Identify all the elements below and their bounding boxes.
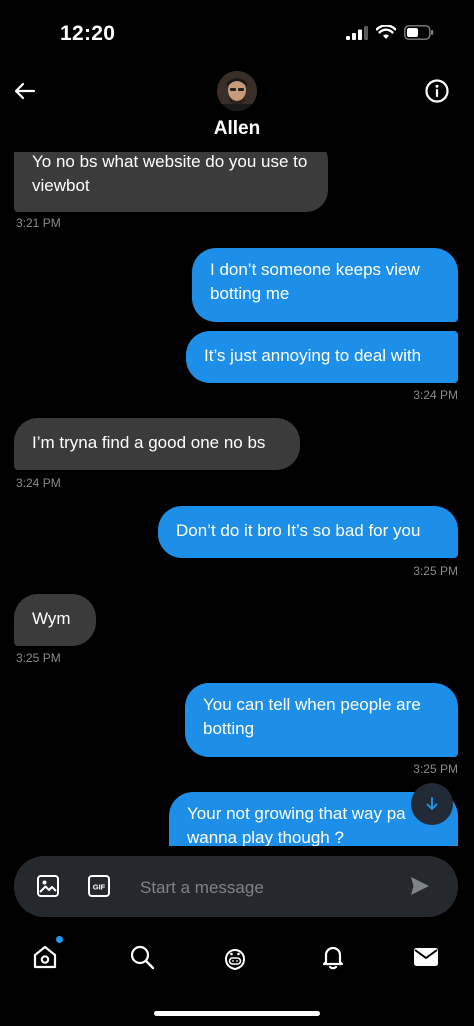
- message-list[interactable]: Yo no bs what website do you use to view…: [0, 152, 474, 846]
- info-button[interactable]: [422, 76, 452, 106]
- incoming-message[interactable]: Yo no bs what website do you use to view…: [14, 152, 328, 212]
- tab-spaces[interactable]: [218, 940, 252, 974]
- tab-search[interactable]: [125, 940, 159, 974]
- notifications-icon: [322, 946, 344, 970]
- wifi-icon: [375, 24, 397, 45]
- svg-text:GIF: GIF: [93, 883, 106, 892]
- image-icon[interactable]: [36, 874, 60, 903]
- arrow-left-icon: [14, 82, 36, 100]
- search-icon: [130, 945, 155, 970]
- outgoing-message[interactable]: It’s just annoying to deal with: [186, 331, 458, 383]
- battery-icon: [404, 25, 434, 45]
- messages-icon: [414, 948, 438, 966]
- tab-home[interactable]: [28, 940, 62, 974]
- spaces-icon: [224, 949, 246, 971]
- message-timestamp: 3:24 PM: [16, 476, 61, 490]
- signal-icon: [346, 25, 368, 45]
- tab-notifications[interactable]: [316, 940, 350, 974]
- status-time: 12:20: [60, 22, 116, 45]
- gif-button[interactable]: GIF: [88, 875, 110, 897]
- gif-icon: GIF: [88, 875, 110, 897]
- status-icons: [346, 24, 434, 45]
- incoming-message[interactable]: Wym: [14, 594, 96, 646]
- message-timestamp: 3:25 PM: [413, 564, 458, 578]
- message-timestamp: 3:21 PM: [16, 216, 61, 230]
- message-composer: GIF: [14, 856, 458, 919]
- home-indicator[interactable]: [154, 1011, 320, 1016]
- message-timestamp: 3:25 PM: [413, 762, 458, 776]
- tab-messages[interactable]: [409, 940, 443, 974]
- contact-name: Allen: [213, 118, 261, 139]
- outgoing-message[interactable]: You can tell when people are botting: [185, 683, 458, 757]
- home-icon: [33, 945, 57, 969]
- message-timestamp: 3:25 PM: [16, 651, 61, 665]
- message-input[interactable]: [138, 856, 382, 919]
- info-circle-icon: [425, 79, 449, 103]
- send-icon[interactable]: [408, 874, 432, 903]
- back-button[interactable]: [10, 76, 40, 106]
- arrow-down-icon: [426, 797, 438, 810]
- conversation-header: Allen: [0, 60, 474, 152]
- message-timestamp: 3:24 PM: [413, 388, 458, 402]
- avatar[interactable]: [217, 71, 257, 111]
- outgoing-message[interactable]: Don’t do it bro It’s so bad for you: [158, 506, 458, 558]
- outgoing-message[interactable]: I don’t someone keeps view botting me: [192, 248, 458, 322]
- unread-dot: [56, 936, 63, 943]
- scroll-to-bottom-button[interactable]: [411, 783, 453, 825]
- incoming-message[interactable]: I’m tryna find a good one no bs: [14, 418, 300, 470]
